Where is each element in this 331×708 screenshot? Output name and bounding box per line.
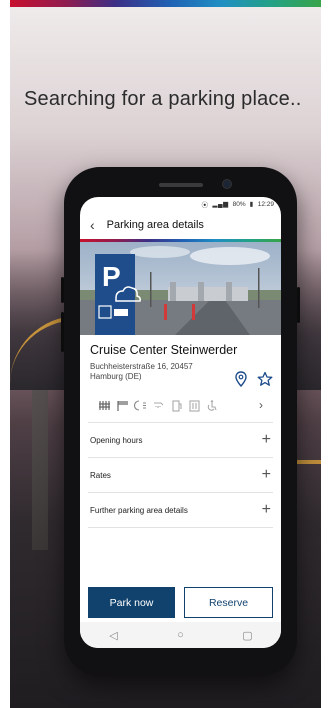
phone-frame: ⦿ ▂▄▆ 80% ▮ 12:29 ‹ Parking area details bbox=[61, 167, 300, 676]
section-label: Further parking area details bbox=[90, 505, 188, 515]
plus-icon[interactable]: + bbox=[262, 502, 271, 518]
place-city: Hamburg (DE) bbox=[90, 372, 142, 381]
amenities-row: › bbox=[88, 386, 273, 423]
back-triangle-icon[interactable]: ◁ bbox=[104, 629, 124, 642]
page-title: Parking area details bbox=[106, 219, 204, 231]
truck-parking-icon bbox=[99, 400, 110, 410]
battery-icon: ▮ bbox=[249, 201, 254, 208]
battery-level: 80% bbox=[232, 200, 246, 208]
headline: Searching for a parking place.. bbox=[24, 88, 302, 110]
svg-text:P: P bbox=[102, 261, 121, 292]
phone-screen: ⦿ ▂▄▆ 80% ▮ 12:29 ‹ Parking area details bbox=[80, 197, 281, 648]
section-row[interactable]: Further parking area details + bbox=[88, 493, 273, 528]
chevron-right-icon[interactable]: › bbox=[259, 398, 263, 412]
volume-button bbox=[61, 312, 64, 352]
status-bar: ⦿ ▂▄▆ 80% ▮ 12:29 bbox=[80, 197, 281, 211]
place-info: Cruise Center Steinwerder Buchheisterstr… bbox=[80, 335, 281, 387]
bridge-pillar bbox=[32, 390, 48, 550]
barrier-icon bbox=[117, 400, 128, 411]
place-name: Cruise Center Steinwerder bbox=[90, 343, 238, 357]
detail-sections: Opening hours + Rates + Further parking area… bbox=[80, 423, 281, 528]
section-label: Opening hours bbox=[90, 435, 143, 445]
phone-camera bbox=[222, 179, 232, 189]
place-street: Buchheisterstraße 16, 20457 bbox=[90, 362, 193, 371]
star-icon[interactable] bbox=[257, 371, 273, 387]
parking-area-photo: P bbox=[80, 242, 281, 335]
home-circle-icon[interactable]: ○ bbox=[171, 629, 191, 641]
volume-button bbox=[61, 277, 64, 303]
bottom-actions: Park now Reserve bbox=[80, 587, 281, 618]
app-header: ‹ Parking area details bbox=[80, 211, 281, 239]
park-now-button[interactable]: Park now bbox=[88, 587, 175, 618]
plus-icon[interactable]: + bbox=[262, 432, 271, 448]
signal-icon: ▂▄▆ bbox=[212, 201, 229, 208]
background-scene: Searching for a parking place.. ⦿ ▂▄▆ 80… bbox=[10, 0, 321, 708]
section-row[interactable]: Rates + bbox=[88, 458, 273, 493]
accessibility-icon bbox=[207, 399, 217, 411]
chevron-left-icon[interactable]: ‹ bbox=[90, 218, 95, 232]
brand-color-stripe bbox=[10, 0, 321, 7]
place-address: Buchheisterstraße 16, 20457 Hamburg (DE) bbox=[90, 362, 220, 382]
restaurant-icon bbox=[189, 399, 200, 412]
map-pin-icon[interactable] bbox=[233, 371, 249, 387]
phone-speaker bbox=[159, 183, 203, 187]
reserve-button[interactable]: Reserve bbox=[184, 587, 273, 618]
section-row[interactable]: Opening hours + bbox=[88, 423, 273, 458]
section-label: Rates bbox=[90, 470, 111, 480]
plus-icon[interactable]: + bbox=[262, 467, 271, 483]
status-time: 12:29 bbox=[257, 200, 274, 208]
android-nav-bar: ◁ ○ ▢ bbox=[80, 622, 281, 648]
power-button bbox=[297, 287, 300, 323]
lighting-icon bbox=[134, 399, 146, 411]
location-icon: ⦿ bbox=[201, 202, 209, 209]
shower-icon bbox=[154, 401, 164, 408]
recents-square-icon[interactable]: ▢ bbox=[238, 629, 258, 642]
fuel-icon bbox=[172, 399, 182, 412]
place-actions bbox=[233, 371, 273, 387]
